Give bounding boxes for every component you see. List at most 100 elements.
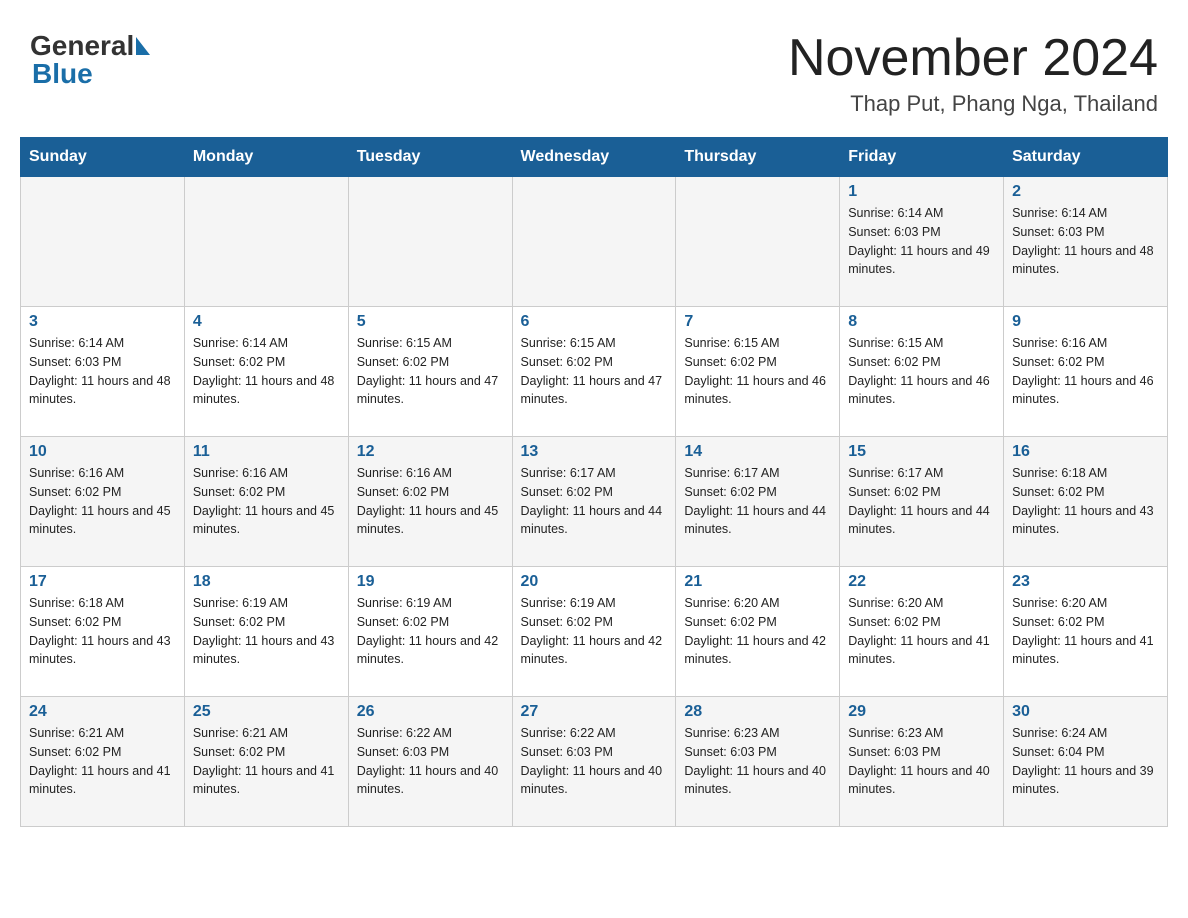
day-info: Sunrise: 6:24 AM Sunset: 6:04 PM Dayligh… xyxy=(1012,724,1159,799)
logo-blue-text: Blue xyxy=(32,58,93,89)
day-info: Sunrise: 6:20 AM Sunset: 6:02 PM Dayligh… xyxy=(684,594,831,669)
day-info: Sunrise: 6:23 AM Sunset: 6:03 PM Dayligh… xyxy=(848,724,995,799)
calendar-header-sunday: Sunday xyxy=(21,138,185,177)
calendar-cell: 24 Sunrise: 6:21 AM Sunset: 6:02 PM Dayli… xyxy=(21,697,185,827)
calendar-cell: 27 Sunrise: 6:22 AM Sunset: 6:03 PM Dayli… xyxy=(512,697,676,827)
day-number: 11 xyxy=(193,443,340,461)
day-info: Sunrise: 6:18 AM Sunset: 6:02 PM Dayligh… xyxy=(29,594,176,669)
calendar-cell xyxy=(676,177,840,307)
month-title: November 2024 xyxy=(788,30,1158,87)
day-number: 27 xyxy=(521,703,668,721)
day-number: 19 xyxy=(357,573,504,591)
calendar-cell xyxy=(512,177,676,307)
calendar-cell: 2Sunrise: 6:14 AM Sunset: 6:03 PM Daylig… xyxy=(1004,177,1168,307)
day-info: Sunrise: 6:19 AM Sunset: 6:02 PM Dayligh… xyxy=(357,594,504,669)
calendar-cell: 17 Sunrise: 6:18 AM Sunset: 6:02 PM Dayli… xyxy=(21,567,185,697)
day-info: Sunrise: 6:14 AM Sunset: 6:02 PM Dayligh… xyxy=(193,334,340,409)
calendar-cell: 7 Sunrise: 6:15 AM Sunset: 6:02 PM Daylig… xyxy=(676,307,840,437)
calendar-cell: 26Sunrise: 6:22 AM Sunset: 6:03 PM Dayli… xyxy=(348,697,512,827)
calendar-cell: 13Sunrise: 6:17 AM Sunset: 6:02 PM Dayli… xyxy=(512,437,676,567)
day-info: Sunrise: 6:19 AM Sunset: 6:02 PM Dayligh… xyxy=(521,594,668,669)
calendar-header-saturday: Saturday xyxy=(1004,138,1168,177)
day-info: Sunrise: 6:22 AM Sunset: 6:03 PM Dayligh… xyxy=(521,724,668,799)
day-number: 18 xyxy=(193,573,340,591)
calendar-cell: 5Sunrise: 6:15 AM Sunset: 6:02 PM Daylig… xyxy=(348,307,512,437)
calendar-cell: 21 Sunrise: 6:20 AM Sunset: 6:02 PM Dayli… xyxy=(676,567,840,697)
calendar-week-row: 17 Sunrise: 6:18 AM Sunset: 6:02 PM Dayli… xyxy=(21,567,1168,697)
day-info: Sunrise: 6:14 AM Sunset: 6:03 PM Dayligh… xyxy=(848,204,995,279)
calendar-cell xyxy=(348,177,512,307)
day-info: Sunrise: 6:20 AM Sunset: 6:02 PM Dayligh… xyxy=(848,594,995,669)
calendar-cell: 18 Sunrise: 6:19 AM Sunset: 6:02 PM Dayli… xyxy=(184,567,348,697)
calendar-cell: 28 Sunrise: 6:23 AM Sunset: 6:03 PM Dayli… xyxy=(676,697,840,827)
calendar-cell: 10 Sunrise: 6:16 AM Sunset: 6:02 PM Dayli… xyxy=(21,437,185,567)
day-info: Sunrise: 6:20 AM Sunset: 6:02 PM Dayligh… xyxy=(1012,594,1159,669)
calendar-cell: 19 Sunrise: 6:19 AM Sunset: 6:02 PM Dayli… xyxy=(348,567,512,697)
calendar-cell: 12 Sunrise: 6:16 AM Sunset: 6:02 PM Dayli… xyxy=(348,437,512,567)
day-number: 17 xyxy=(29,573,176,591)
day-number: 4 xyxy=(193,313,340,331)
calendar-week-row: 1 Sunrise: 6:14 AM Sunset: 6:03 PM Daylig… xyxy=(21,177,1168,307)
day-number: 1 xyxy=(848,183,995,201)
day-number: 24 xyxy=(29,703,176,721)
day-info: Sunrise: 6:18 AM Sunset: 6:02 PM Dayligh… xyxy=(1012,464,1159,539)
logo-triangle-icon xyxy=(136,37,150,55)
day-number: 26 xyxy=(357,703,504,721)
calendar-header-wednesday: Wednesday xyxy=(512,138,676,177)
day-info: Sunrise: 6:15 AM Sunset: 6:02 PM Dayligh… xyxy=(848,334,995,409)
calendar-cell: 30Sunrise: 6:24 AM Sunset: 6:04 PM Dayli… xyxy=(1004,697,1168,827)
day-info: Sunrise: 6:16 AM Sunset: 6:02 PM Dayligh… xyxy=(29,464,176,539)
calendar-header-monday: Monday xyxy=(184,138,348,177)
logo: General Blue xyxy=(30,30,152,90)
day-info: Sunrise: 6:14 AM Sunset: 6:03 PM Dayligh… xyxy=(29,334,176,409)
day-info: Sunrise: 6:19 AM Sunset: 6:02 PM Dayligh… xyxy=(193,594,340,669)
day-number: 3 xyxy=(29,313,176,331)
calendar-cell: 4 Sunrise: 6:14 AM Sunset: 6:02 PM Daylig… xyxy=(184,307,348,437)
day-info: Sunrise: 6:21 AM Sunset: 6:02 PM Dayligh… xyxy=(29,724,176,799)
calendar-cell: 16Sunrise: 6:18 AM Sunset: 6:02 PM Dayli… xyxy=(1004,437,1168,567)
calendar-cell xyxy=(184,177,348,307)
calendar-cell: 3 Sunrise: 6:14 AM Sunset: 6:03 PM Daylig… xyxy=(21,307,185,437)
calendar-header-row: SundayMondayTuesdayWednesdayThursdayFrid… xyxy=(21,138,1168,177)
day-number: 5 xyxy=(357,313,504,331)
day-info: Sunrise: 6:17 AM Sunset: 6:02 PM Dayligh… xyxy=(684,464,831,539)
day-number: 29 xyxy=(848,703,995,721)
location-text: Thap Put, Phang Nga, Thailand xyxy=(788,91,1158,117)
day-number: 21 xyxy=(684,573,831,591)
calendar-cell: 11 Sunrise: 6:16 AM Sunset: 6:02 PM Dayli… xyxy=(184,437,348,567)
day-info: Sunrise: 6:15 AM Sunset: 6:02 PM Dayligh… xyxy=(521,334,668,409)
day-number: 2 xyxy=(1012,183,1159,201)
calendar-week-row: 24 Sunrise: 6:21 AM Sunset: 6:02 PM Dayli… xyxy=(21,697,1168,827)
calendar-cell: 25Sunrise: 6:21 AM Sunset: 6:02 PM Dayli… xyxy=(184,697,348,827)
day-info: Sunrise: 6:17 AM Sunset: 6:02 PM Dayligh… xyxy=(848,464,995,539)
calendar-header-thursday: Thursday xyxy=(676,138,840,177)
calendar-cell: 23 Sunrise: 6:20 AM Sunset: 6:02 PM Dayli… xyxy=(1004,567,1168,697)
day-number: 7 xyxy=(684,313,831,331)
day-info: Sunrise: 6:16 AM Sunset: 6:02 PM Dayligh… xyxy=(357,464,504,539)
calendar-cell: 20 Sunrise: 6:19 AM Sunset: 6:02 PM Dayli… xyxy=(512,567,676,697)
day-info: Sunrise: 6:21 AM Sunset: 6:02 PM Dayligh… xyxy=(193,724,340,799)
day-number: 8 xyxy=(848,313,995,331)
calendar-cell xyxy=(21,177,185,307)
day-info: Sunrise: 6:23 AM Sunset: 6:03 PM Dayligh… xyxy=(684,724,831,799)
day-info: Sunrise: 6:15 AM Sunset: 6:02 PM Dayligh… xyxy=(684,334,831,409)
calendar-cell: 22 Sunrise: 6:20 AM Sunset: 6:02 PM Dayli… xyxy=(840,567,1004,697)
day-number: 20 xyxy=(521,573,668,591)
day-number: 28 xyxy=(684,703,831,721)
day-number: 10 xyxy=(29,443,176,461)
day-number: 12 xyxy=(357,443,504,461)
calendar-week-row: 3 Sunrise: 6:14 AM Sunset: 6:03 PM Daylig… xyxy=(21,307,1168,437)
day-number: 23 xyxy=(1012,573,1159,591)
day-number: 6 xyxy=(521,313,668,331)
day-info: Sunrise: 6:16 AM Sunset: 6:02 PM Dayligh… xyxy=(193,464,340,539)
calendar-header-tuesday: Tuesday xyxy=(348,138,512,177)
day-info: Sunrise: 6:17 AM Sunset: 6:02 PM Dayligh… xyxy=(521,464,668,539)
day-number: 22 xyxy=(848,573,995,591)
day-number: 15 xyxy=(848,443,995,461)
day-number: 14 xyxy=(684,443,831,461)
calendar-cell: 6 Sunrise: 6:15 AM Sunset: 6:02 PM Daylig… xyxy=(512,307,676,437)
calendar-cell: 15 Sunrise: 6:17 AM Sunset: 6:02 PM Dayli… xyxy=(840,437,1004,567)
page-header: General Blue November 2024 Thap Put, Pha… xyxy=(20,20,1168,117)
calendar-week-row: 10 Sunrise: 6:16 AM Sunset: 6:02 PM Dayli… xyxy=(21,437,1168,567)
day-number: 9 xyxy=(1012,313,1159,331)
